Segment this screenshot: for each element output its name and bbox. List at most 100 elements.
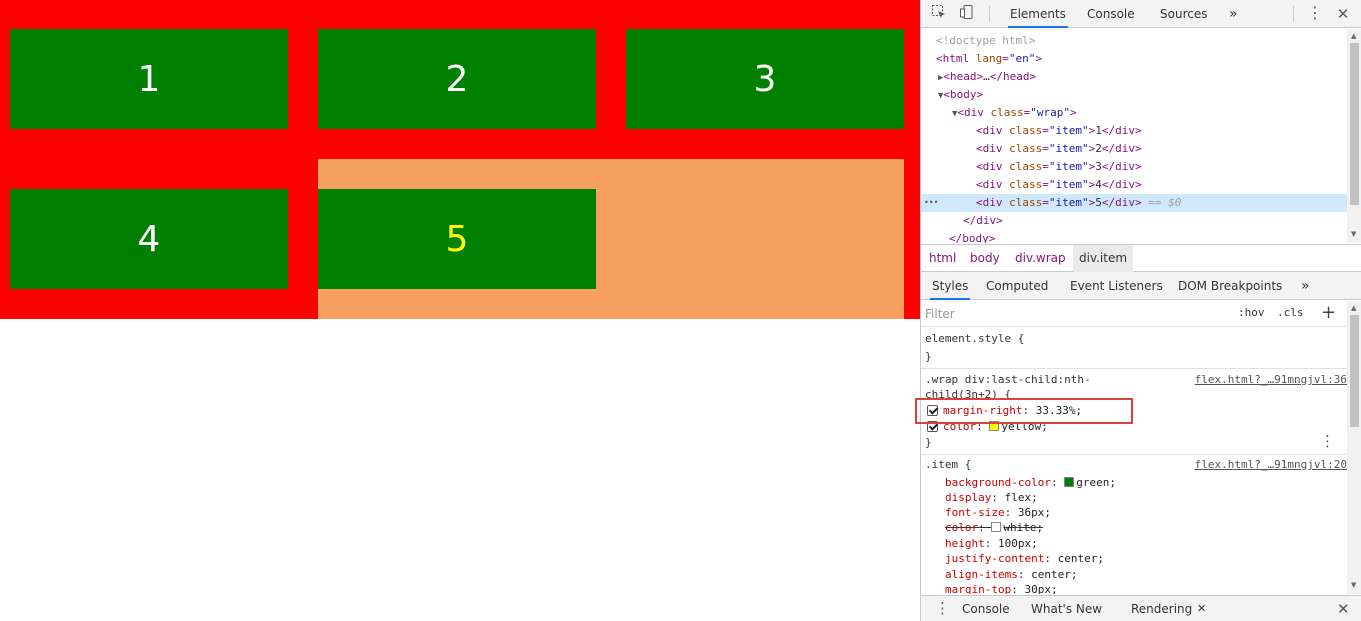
property-color[interactable]: color: yellow; [921, 419, 1347, 435]
property-margin-top[interactable]: margin-top: 30px; [921, 582, 1347, 594]
close-icon[interactable]: ✕ [1333, 4, 1353, 24]
breadcrumb-div-item[interactable]: div.item [1073, 245, 1134, 272]
property-value[interactable]: center; [1058, 552, 1104, 565]
property-name[interactable]: margin-top [945, 583, 1011, 594]
drawer-tab-rendering[interactable]: Rendering [1129, 596, 1194, 621]
property-value[interactable]: yellow; [1001, 420, 1047, 433]
close-drawer-icon[interactable]: ✕ [1335, 596, 1352, 621]
new-style-rule-button[interactable]: + [1321, 302, 1336, 323]
property-value[interactable]: 33.33%; [1036, 404, 1082, 417]
tab-computed[interactable]: Computed [984, 272, 1050, 300]
dom-scrollbar[interactable]: ▲ ▼ [1347, 29, 1361, 243]
filter-input[interactable] [925, 304, 1225, 324]
property-font-size[interactable]: font-size: 36px; [921, 505, 1347, 521]
property-align-items[interactable]: align-items: center; [921, 567, 1347, 583]
property-value[interactable]: center; [1031, 568, 1077, 581]
flex-item-2[interactable]: 2 [318, 29, 596, 129]
rule2-selector-line[interactable]: .item { flex.html?_…91mngjvl:20 [921, 457, 1347, 473]
property-name[interactable]: color [943, 420, 976, 433]
styles-scrollbar[interactable]: ▲ ▼ [1347, 301, 1361, 594]
scrollbar-thumb[interactable] [1350, 315, 1359, 427]
kebab-menu-icon[interactable]: ⋮ [1305, 4, 1325, 24]
tab-styles[interactable]: Styles [930, 272, 971, 300]
dom-node-item-4[interactable]: <div class="item">4</div> [921, 176, 1347, 194]
dom-node-body[interactable]: ▼<body> [921, 86, 1347, 104]
drawer-tab-whats-new[interactable]: What's New [1029, 596, 1104, 621]
drawer-tab-console[interactable]: Console [960, 596, 1012, 621]
property-value[interactable]: 36px; [1018, 506, 1051, 519]
element-style-rule[interactable]: element.style { [921, 331, 1347, 347]
property-value[interactable]: 30px; [1024, 583, 1057, 594]
scrollbar-thumb[interactable] [1350, 43, 1359, 205]
devtools-toolbar: Elements Console Sources » ⋮ ✕ [921, 0, 1361, 28]
property-checkbox[interactable] [927, 421, 938, 432]
rule-source-link[interactable]: flex.html?_…91mngjvl:36 [1195, 372, 1347, 388]
kebab-menu-icon[interactable]: ⋮ [1320, 433, 1335, 449]
dom-node-html[interactable]: <html lang="en"> [921, 50, 1347, 68]
rule-source-link[interactable]: flex.html?_…91mngjvl:20 [1195, 457, 1347, 473]
tab-dom-breakpoints[interactable]: DOM Breakpoints [1176, 272, 1284, 300]
tab-elements[interactable]: Elements [1008, 0, 1068, 28]
tab-event-listeners[interactable]: Event Listeners [1068, 272, 1165, 300]
dom-node-item-3[interactable]: <div class="item">3</div> [921, 158, 1347, 176]
scroll-down-icon[interactable]: ▼ [1351, 230, 1356, 238]
color-swatch-icon[interactable] [991, 522, 1002, 532]
property-height[interactable]: height: 100px; [921, 536, 1347, 552]
property-name[interactable]: height [945, 537, 985, 550]
tab-console[interactable]: Console [1085, 0, 1137, 28]
dom-node-item-5-selected[interactable]: ••• <div class="item">5</div> == $0 [921, 194, 1347, 212]
breadcrumb-div-wrap[interactable]: div.wrap [1009, 245, 1072, 272]
property-name[interactable]: display [945, 491, 991, 504]
property-name[interactable]: justify-content [945, 552, 1044, 565]
attr-name: class [1009, 142, 1043, 155]
property-checkbox[interactable] [927, 405, 938, 416]
dom-node-wrap-close[interactable]: </div> [921, 212, 1347, 230]
cls-toggle-button[interactable]: .cls [1277, 306, 1304, 319]
tag-name: div [1115, 178, 1135, 191]
flex-item-1[interactable]: 1 [10, 29, 288, 129]
property-value[interactable]: green; [1076, 476, 1116, 489]
dom-node-item-2[interactable]: <div class="item">2</div> [921, 140, 1347, 158]
toolbar-divider [989, 6, 990, 22]
dom-node-doctype[interactable]: <!doctype html> [921, 32, 1347, 50]
property-value[interactable]: flex; [1005, 491, 1038, 504]
property-color-overridden[interactable]: color: white; [921, 520, 1347, 536]
dom-node-item-1[interactable]: <div class="item">1</div> [921, 122, 1347, 140]
property-background-color[interactable]: background-color: green; [921, 475, 1347, 491]
color-swatch-icon[interactable] [989, 421, 1000, 431]
tab-sources[interactable]: Sources [1158, 0, 1209, 28]
hov-toggle-button[interactable]: :hov [1238, 306, 1265, 319]
scroll-down-icon[interactable]: ▼ [1351, 581, 1356, 589]
flex-item-3[interactable]: 3 [626, 29, 904, 129]
dom-node-body-close[interactable]: </body> [921, 230, 1347, 243]
property-display[interactable]: display: flex; [921, 490, 1347, 506]
device-toolbar-icon[interactable] [957, 4, 977, 24]
color-swatch-icon[interactable] [1064, 477, 1075, 487]
property-name[interactable]: align-items [945, 568, 1018, 581]
dom-node-head[interactable]: ▶<head>…</head> [921, 68, 1347, 86]
drawer-menu-icon[interactable]: ⋮ [933, 596, 952, 621]
rule1-selector-line[interactable]: .wrap div:last-child:nth- flex.html?_…91… [921, 372, 1347, 388]
breadcrumb-body[interactable]: body [964, 245, 1006, 272]
property-name[interactable]: font-size [945, 506, 1005, 519]
property-value[interactable]: 100px; [998, 537, 1038, 550]
property-margin-right[interactable]: margin-right: 33.33%; [921, 403, 1347, 419]
inspect-element-icon[interactable] [929, 4, 949, 24]
more-tabs-icon[interactable]: » [1299, 272, 1312, 300]
property-name[interactable]: margin-right [943, 404, 1022, 417]
scroll-up-icon[interactable]: ▲ [1351, 304, 1356, 312]
rule1-selector-line-2[interactable]: child(3n+2) { [921, 387, 1347, 403]
attr-name: class [1009, 178, 1043, 191]
node-actions-icon[interactable]: ••• [924, 194, 938, 212]
flex-item-5[interactable]: 5 [318, 189, 596, 289]
property-name[interactable]: color [945, 521, 978, 534]
property-value[interactable]: white; [1003, 521, 1043, 534]
breadcrumb-html[interactable]: html [923, 245, 962, 272]
flex-item-4[interactable]: 4 [10, 189, 288, 289]
dom-node-wrap[interactable]: ▼<div class="wrap"> [921, 104, 1347, 122]
drawer-tab-close-icon[interactable]: ✕ [1195, 596, 1208, 621]
property-justify-content[interactable]: justify-content: center; [921, 551, 1347, 567]
more-tabs-icon[interactable]: » [1227, 0, 1240, 28]
scroll-up-icon[interactable]: ▲ [1351, 32, 1356, 40]
property-name[interactable]: background-color [945, 476, 1051, 489]
